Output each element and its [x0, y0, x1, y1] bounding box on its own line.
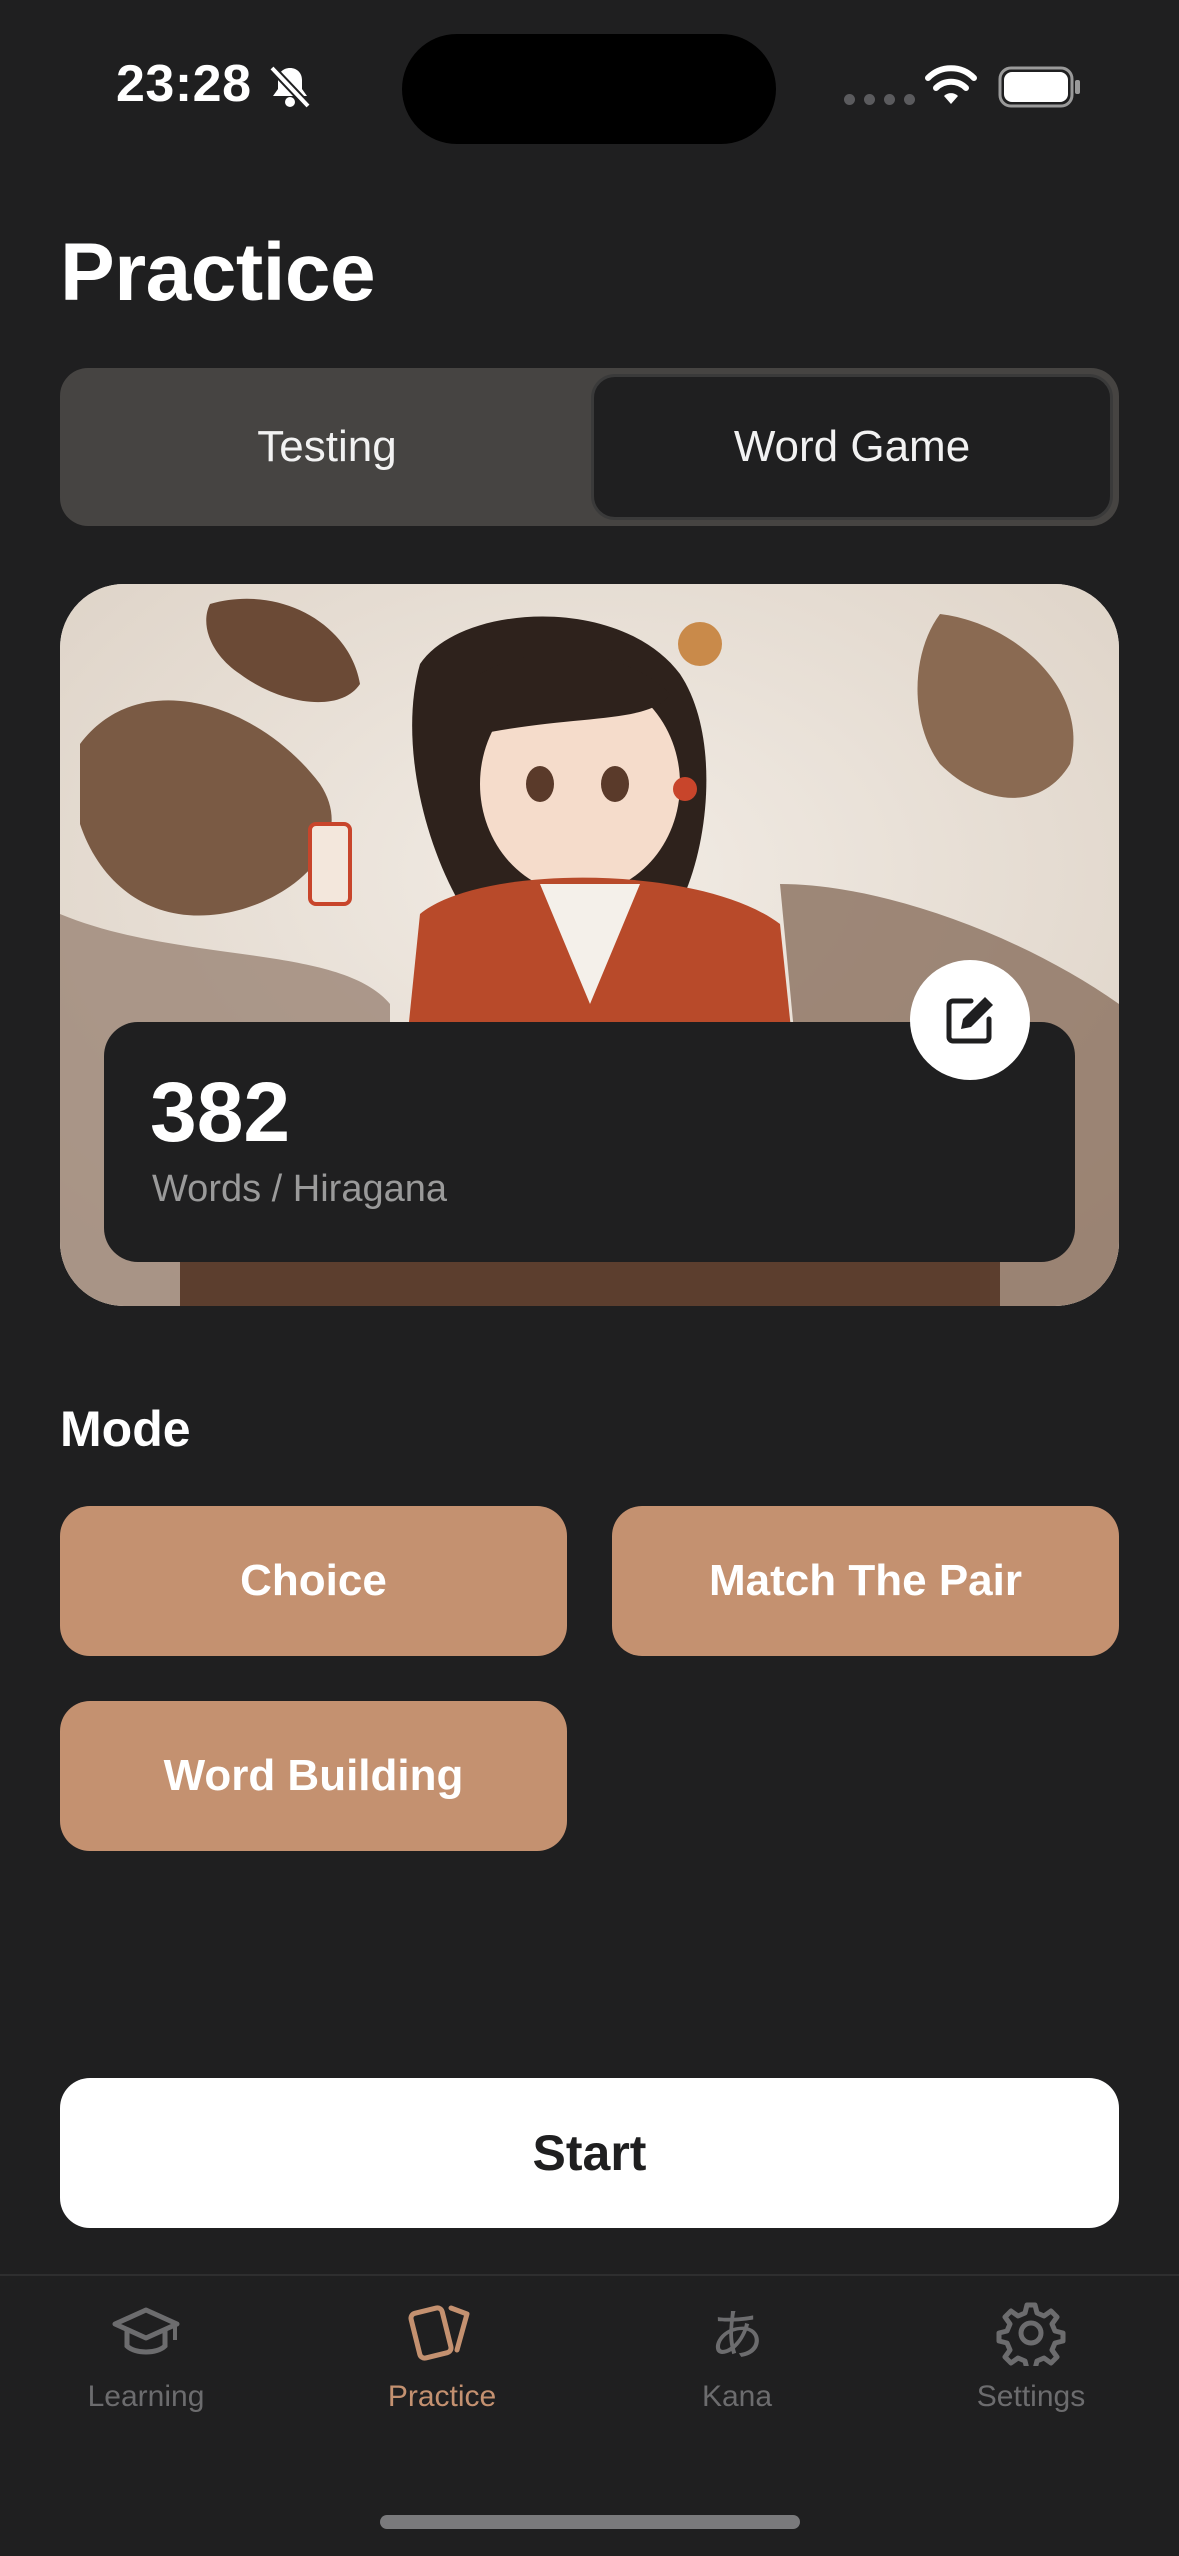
status-time: 23:28	[116, 55, 252, 113]
mode-choice-button[interactable]: Choice	[60, 1506, 567, 1656]
tab-kana-label: Kana	[701, 2380, 773, 2413]
edit-deck-button[interactable]	[910, 960, 1030, 1080]
segmented-control: Testing Word Game	[60, 368, 1119, 526]
deck-cover-card[interactable]: 382 Words / Hiragana	[60, 584, 1119, 1306]
svg-text:あ: あ	[710, 2304, 764, 2366]
mode-word-building-button[interactable]: Word Building	[60, 1701, 567, 1851]
cards-icon	[408, 2305, 470, 2361]
word-deck-subtitle: Words / Hiragana	[152, 1168, 447, 1210]
practice-screen: 23:28 Practice Testing Word Game 382 Wor…	[0, 0, 1179, 2556]
edit-icon	[946, 997, 993, 1044]
word-count: 382	[150, 1065, 291, 1159]
bell-off-icon	[269, 65, 311, 109]
graduation-cap-icon	[112, 2307, 180, 2355]
wifi-icon	[925, 65, 977, 104]
tab-settings-label: Settings	[976, 2380, 1086, 2413]
home-indicator	[380, 2515, 800, 2529]
tab-practice-label: Practice	[387, 2380, 497, 2413]
dynamic-island	[402, 34, 776, 144]
page-title: Practice	[60, 227, 376, 318]
tab-kana[interactable]: あ Kana	[627, 2300, 847, 2414]
tab-learning-label: Learning	[87, 2380, 205, 2413]
gear-icon	[996, 2302, 1066, 2366]
tab-learning[interactable]: Learning	[36, 2300, 256, 2414]
mode-section-label: Mode	[60, 1401, 191, 1457]
battery-icon	[998, 66, 1080, 108]
start-button[interactable]: Start	[60, 2078, 1119, 2228]
tab-settings[interactable]: Settings	[921, 2300, 1141, 2414]
signal-dots-icon	[844, 94, 915, 105]
tab-practice[interactable]: Practice	[332, 2300, 552, 2414]
kana-a-icon: あ	[710, 2304, 764, 2366]
mode-match-the-pair-button[interactable]: Match The Pair	[612, 1506, 1119, 1656]
segment-testing[interactable]: Testing	[66, 374, 588, 520]
segment-word-game[interactable]: Word Game	[591, 374, 1113, 520]
